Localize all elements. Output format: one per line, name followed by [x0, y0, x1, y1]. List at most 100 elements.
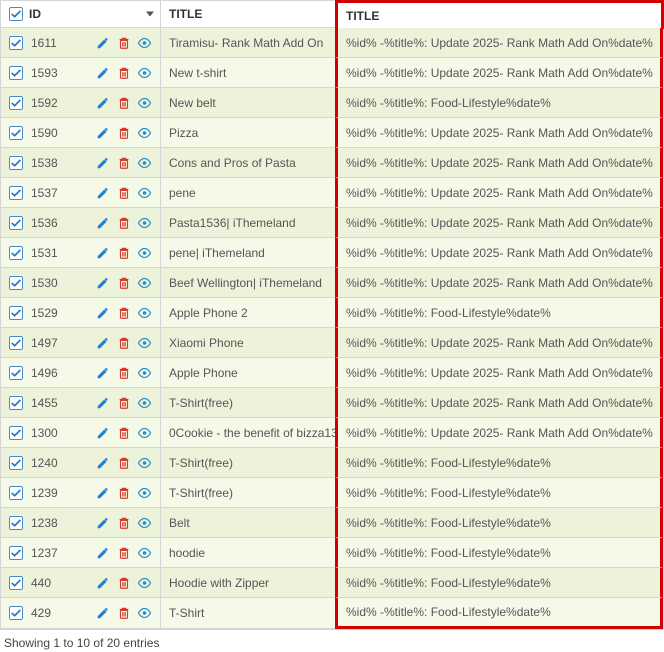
- row-checkbox-icon[interactable]: [9, 366, 23, 380]
- cell-title2[interactable]: %id% -%title%: Food-Lifestyle%date%: [335, 298, 663, 328]
- delete-icon[interactable]: [116, 305, 131, 320]
- cell-id[interactable]: 1536: [1, 208, 161, 238]
- cell-title[interactable]: Hoodie with Zipper: [161, 568, 336, 598]
- view-icon[interactable]: [137, 125, 152, 140]
- cell-title[interactable]: Tiramisu- Rank Math Add On: [161, 28, 336, 58]
- view-icon[interactable]: [137, 245, 152, 260]
- cell-id[interactable]: 1531: [1, 238, 161, 268]
- sort-arrow-icon[interactable]: [146, 12, 154, 17]
- view-icon[interactable]: [137, 365, 152, 380]
- cell-title[interactable]: Pizza: [161, 118, 336, 148]
- cell-title2[interactable]: %id% -%title%: Food-Lifestyle%date%: [335, 508, 663, 538]
- delete-icon[interactable]: [116, 395, 131, 410]
- row-checkbox-icon[interactable]: [9, 36, 23, 50]
- delete-icon[interactable]: [116, 545, 131, 560]
- cell-title[interactable]: T-Shirt: [161, 598, 336, 629]
- row-checkbox-icon[interactable]: [9, 156, 23, 170]
- row-checkbox-icon[interactable]: [9, 186, 23, 200]
- view-icon[interactable]: [137, 485, 152, 500]
- cell-title[interactable]: pene| iThemeland: [161, 238, 336, 268]
- edit-icon[interactable]: [95, 125, 110, 140]
- delete-icon[interactable]: [116, 606, 131, 621]
- cell-title2[interactable]: %id% -%title%: Update 2025- Rank Math Ad…: [335, 178, 663, 208]
- row-checkbox-icon[interactable]: [9, 276, 23, 290]
- edit-icon[interactable]: [95, 275, 110, 290]
- cell-title2[interactable]: %id% -%title%: Food-Lifestyle%date%: [335, 568, 663, 598]
- edit-icon[interactable]: [95, 485, 110, 500]
- view-icon[interactable]: [137, 606, 152, 621]
- view-icon[interactable]: [137, 455, 152, 470]
- row-checkbox-icon[interactable]: [9, 396, 23, 410]
- edit-icon[interactable]: [95, 515, 110, 530]
- delete-icon[interactable]: [116, 455, 131, 470]
- cell-title[interactable]: Beef Wellington| iThemeland: [161, 268, 336, 298]
- row-checkbox-icon[interactable]: [9, 456, 23, 470]
- delete-icon[interactable]: [116, 65, 131, 80]
- view-icon[interactable]: [137, 425, 152, 440]
- edit-icon[interactable]: [95, 305, 110, 320]
- row-checkbox-icon[interactable]: [9, 516, 23, 530]
- edit-icon[interactable]: [95, 395, 110, 410]
- cell-title2[interactable]: %id% -%title%: Update 2025- Rank Math Ad…: [335, 418, 663, 448]
- cell-title2[interactable]: %id% -%title%: Update 2025- Rank Math Ad…: [335, 148, 663, 178]
- cell-id[interactable]: 1592: [1, 88, 161, 118]
- cell-id[interactable]: 1530: [1, 268, 161, 298]
- view-icon[interactable]: [137, 515, 152, 530]
- cell-title[interactable]: Apple Phone: [161, 358, 336, 388]
- delete-icon[interactable]: [116, 425, 131, 440]
- view-icon[interactable]: [137, 395, 152, 410]
- delete-icon[interactable]: [116, 515, 131, 530]
- view-icon[interactable]: [137, 335, 152, 350]
- view-icon[interactable]: [137, 545, 152, 560]
- delete-icon[interactable]: [116, 335, 131, 350]
- cell-id[interactable]: 1537: [1, 178, 161, 208]
- row-checkbox-icon[interactable]: [9, 126, 23, 140]
- view-icon[interactable]: [137, 35, 152, 50]
- edit-icon[interactable]: [95, 215, 110, 230]
- delete-icon[interactable]: [116, 575, 131, 590]
- cell-title[interactable]: T-Shirt(free): [161, 448, 336, 478]
- cell-title2[interactable]: %id% -%title%: Update 2025- Rank Math Ad…: [335, 238, 663, 268]
- cell-title[interactable]: Apple Phone 2: [161, 298, 336, 328]
- view-icon[interactable]: [137, 575, 152, 590]
- edit-icon[interactable]: [95, 35, 110, 50]
- row-checkbox-icon[interactable]: [9, 96, 23, 110]
- cell-id[interactable]: 1238: [1, 508, 161, 538]
- cell-title2[interactable]: %id% -%title%: Update 2025- Rank Math Ad…: [335, 58, 663, 88]
- view-icon[interactable]: [137, 305, 152, 320]
- row-checkbox-icon[interactable]: [9, 486, 23, 500]
- edit-icon[interactable]: [95, 245, 110, 260]
- delete-icon[interactable]: [116, 485, 131, 500]
- cell-id[interactable]: 1239: [1, 478, 161, 508]
- delete-icon[interactable]: [116, 155, 131, 170]
- cell-title[interactable]: T-Shirt(free): [161, 478, 336, 508]
- row-checkbox-icon[interactable]: [9, 216, 23, 230]
- view-icon[interactable]: [137, 275, 152, 290]
- cell-title[interactable]: 0Cookie - the benefit of bizza1300: [161, 418, 336, 448]
- edit-icon[interactable]: [95, 545, 110, 560]
- row-checkbox-icon[interactable]: [9, 336, 23, 350]
- delete-icon[interactable]: [116, 245, 131, 260]
- column-header-id[interactable]: ID: [1, 1, 161, 28]
- cell-id[interactable]: 440: [1, 568, 161, 598]
- cell-id[interactable]: 1496: [1, 358, 161, 388]
- cell-title2[interactable]: %id% -%title%: Update 2025- Rank Math Ad…: [335, 388, 663, 418]
- cell-title2[interactable]: %id% -%title%: Update 2025- Rank Math Ad…: [335, 118, 663, 148]
- cell-id[interactable]: 1529: [1, 298, 161, 328]
- cell-title[interactable]: Cons and Pros of Pasta: [161, 148, 336, 178]
- view-icon[interactable]: [137, 95, 152, 110]
- edit-icon[interactable]: [95, 185, 110, 200]
- cell-title[interactable]: Belt: [161, 508, 336, 538]
- delete-icon[interactable]: [116, 35, 131, 50]
- delete-icon[interactable]: [116, 95, 131, 110]
- cell-id[interactable]: 1455: [1, 388, 161, 418]
- cell-title[interactable]: Pasta1536| iThemeland: [161, 208, 336, 238]
- cell-id[interactable]: 1611: [1, 28, 161, 58]
- row-checkbox-icon[interactable]: [9, 306, 23, 320]
- row-checkbox-icon[interactable]: [9, 576, 23, 590]
- row-checkbox-icon[interactable]: [9, 546, 23, 560]
- edit-icon[interactable]: [95, 425, 110, 440]
- row-checkbox-icon[interactable]: [9, 426, 23, 440]
- edit-icon[interactable]: [95, 65, 110, 80]
- row-checkbox-icon[interactable]: [9, 246, 23, 260]
